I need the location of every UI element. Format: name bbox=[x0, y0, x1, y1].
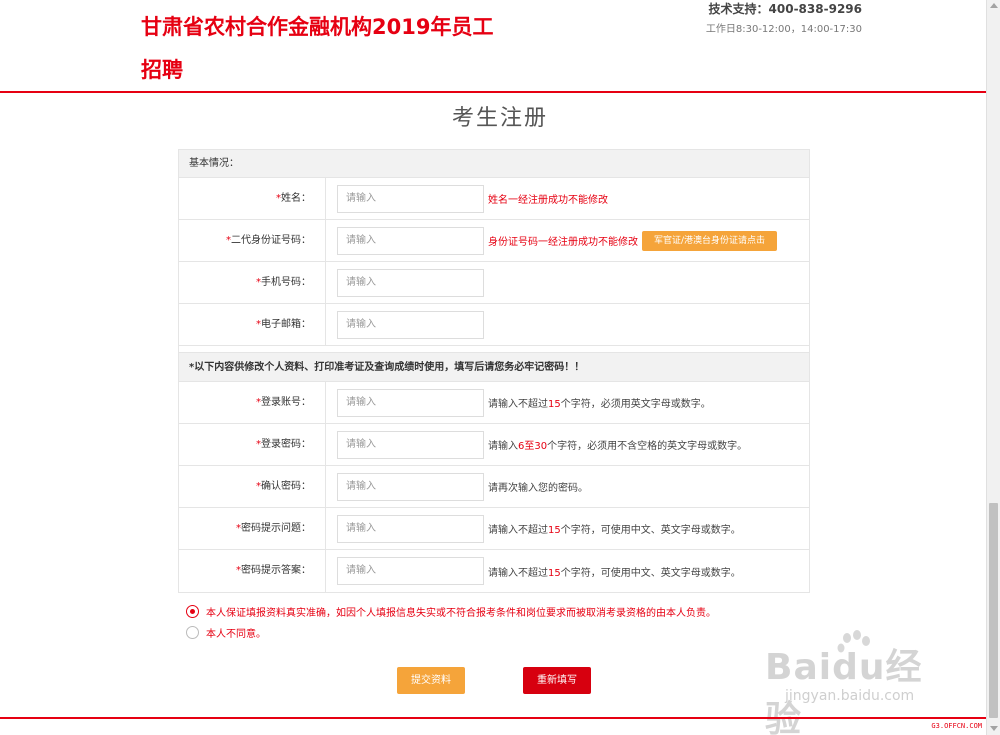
name-hint: 姓名一经注册成功不能修改 bbox=[488, 195, 608, 206]
field-label: *登录账号： bbox=[179, 382, 326, 423]
submit-button[interactable]: 提交资料 bbox=[397, 667, 465, 694]
source-watermark: G3.OFFCN.COM bbox=[931, 722, 982, 730]
phone-input[interactable]: 请输入 bbox=[337, 268, 484, 297]
form-row-id-number: *二代身份证号码： 请输入 身份证号码一经注册成功不能修改 军官证/港澳台身份证… bbox=[179, 220, 809, 262]
scroll-up-icon[interactable] bbox=[990, 3, 998, 8]
id-number-hint: 身份证号码一经注册成功不能修改 bbox=[488, 237, 638, 248]
form-row-name: *姓名： 请输入 姓名一经注册成功不能修改 bbox=[179, 178, 809, 220]
name-input[interactable]: 请输入 bbox=[337, 184, 484, 213]
account-section-heading: *以下内容供修改个人资料、打印准考证及查询成绩时使用，填写后请您务必牢记密码！！ bbox=[179, 352, 809, 382]
password-input[interactable]: 请输入 bbox=[337, 430, 484, 459]
form-row-confirm-password: *确认密码： 请输入 请再次输入您的密码。 bbox=[179, 466, 809, 508]
username-hint: 请输入不超过15个字符，必须用英文字母或数字。 bbox=[488, 399, 711, 410]
password-hint: 请输入6至30个字符，必须用不含空格的英文字母或数字。 bbox=[488, 441, 748, 452]
form-row-phone: *手机号码： 请输入 bbox=[179, 262, 809, 304]
security-answer-hint: 请输入不超过15个字符，可使用中文、英文字母或数字。 bbox=[488, 567, 741, 579]
basic-section-heading: 基本情况： bbox=[179, 150, 809, 178]
watermark-main: Baidu经验 bbox=[765, 647, 923, 735]
baidu-watermark: Baidu经验 jingyan.baidu.com bbox=[745, 630, 955, 735]
disagree-option[interactable]: 本人不同意。 bbox=[186, 625, 266, 640]
security-answer-input[interactable]: 请输入 bbox=[337, 557, 484, 585]
support-hours: 工作日8:30-12:00，14:00-17:30 bbox=[705, 24, 862, 35]
page-title: 考生注册 bbox=[451, 106, 548, 131]
agree-text: 本人保证填报资料真实准确，如因个人填报信息失实或不符合报考条件和岗位要求而被取消… bbox=[206, 608, 716, 619]
field-label: *密码提示答案： bbox=[179, 550, 326, 592]
support-phone: 技术支持：400-838-9296 bbox=[708, 2, 862, 16]
confirm-password-hint: 请再次输入您的密码。 bbox=[488, 483, 588, 494]
security-question-hint: 请输入不超过15个字符，可使用中文、英文字母或数字。 bbox=[488, 525, 741, 536]
email-input[interactable]: 请输入 bbox=[337, 310, 484, 339]
agree-option[interactable]: 本人保证填报资料真实准确，如因个人填报信息失实或不符合报考条件和岗位要求而被取消… bbox=[186, 604, 716, 619]
footer-divider bbox=[0, 717, 1000, 719]
agree-radio[interactable] bbox=[186, 605, 199, 618]
field-label: *二代身份证号码： bbox=[179, 220, 326, 261]
page-scrollbar[interactable] bbox=[986, 0, 1000, 735]
field-label: *确认密码： bbox=[179, 466, 326, 507]
field-label: *登录密码： bbox=[179, 424, 326, 465]
confirm-password-input[interactable]: 请输入 bbox=[337, 472, 484, 501]
field-label: *手机号码： bbox=[179, 262, 326, 303]
field-label: *密码提示问题： bbox=[179, 508, 326, 549]
field-label: *姓名： bbox=[179, 178, 326, 219]
watermark-sub: jingyan.baidu.com bbox=[785, 688, 915, 704]
id-number-input[interactable]: 请输入 bbox=[337, 226, 484, 255]
form-row-email: *电子邮箱： 请输入 bbox=[179, 304, 809, 346]
site-title: 甘肃省农村合作金融机构2019年员工招聘 bbox=[141, 15, 494, 82]
security-question-input[interactable]: 请输入 bbox=[337, 514, 484, 543]
header-divider bbox=[0, 91, 1000, 93]
scroll-down-icon[interactable] bbox=[990, 726, 998, 731]
site-header: 甘肃省农村合作金融机构2019年员工招聘 技术支持：400-838-9296 工… bbox=[0, 0, 1000, 93]
reset-button[interactable]: 重新填写 bbox=[523, 667, 591, 694]
form-row-password: *登录密码： 请输入 请输入6至30个字符，必须用不含空格的英文字母或数字。 bbox=[179, 424, 809, 466]
form-row-username: *登录账号： 请输入 请输入不超过15个字符，必须用英文字母或数字。 bbox=[179, 382, 809, 424]
registration-form: 基本情况： *姓名： 请输入 姓名一经注册成功不能修改 *二代身份证号码： 请输… bbox=[178, 149, 810, 593]
username-input[interactable]: 请输入 bbox=[337, 388, 484, 417]
form-row-security-answer: *密码提示答案： 请输入 请输入不超过15个字符，可使用中文、英文字母或数字。 bbox=[179, 550, 809, 592]
other-id-type-button[interactable]: 军官证/港澳台身份证请点击 bbox=[642, 230, 778, 251]
field-label: *电子邮箱： bbox=[179, 304, 326, 345]
scroll-thumb[interactable] bbox=[989, 503, 998, 718]
disagree-radio[interactable] bbox=[186, 626, 199, 639]
form-row-security-question: *密码提示问题： 请输入 请输入不超过15个字符，可使用中文、英文字母或数字。 bbox=[179, 508, 809, 550]
disagree-text: 本人不同意。 bbox=[206, 629, 266, 640]
support-info: 技术支持：400-838-9296 工作日8:30-12:00，14:00-17… bbox=[706, 0, 862, 38]
